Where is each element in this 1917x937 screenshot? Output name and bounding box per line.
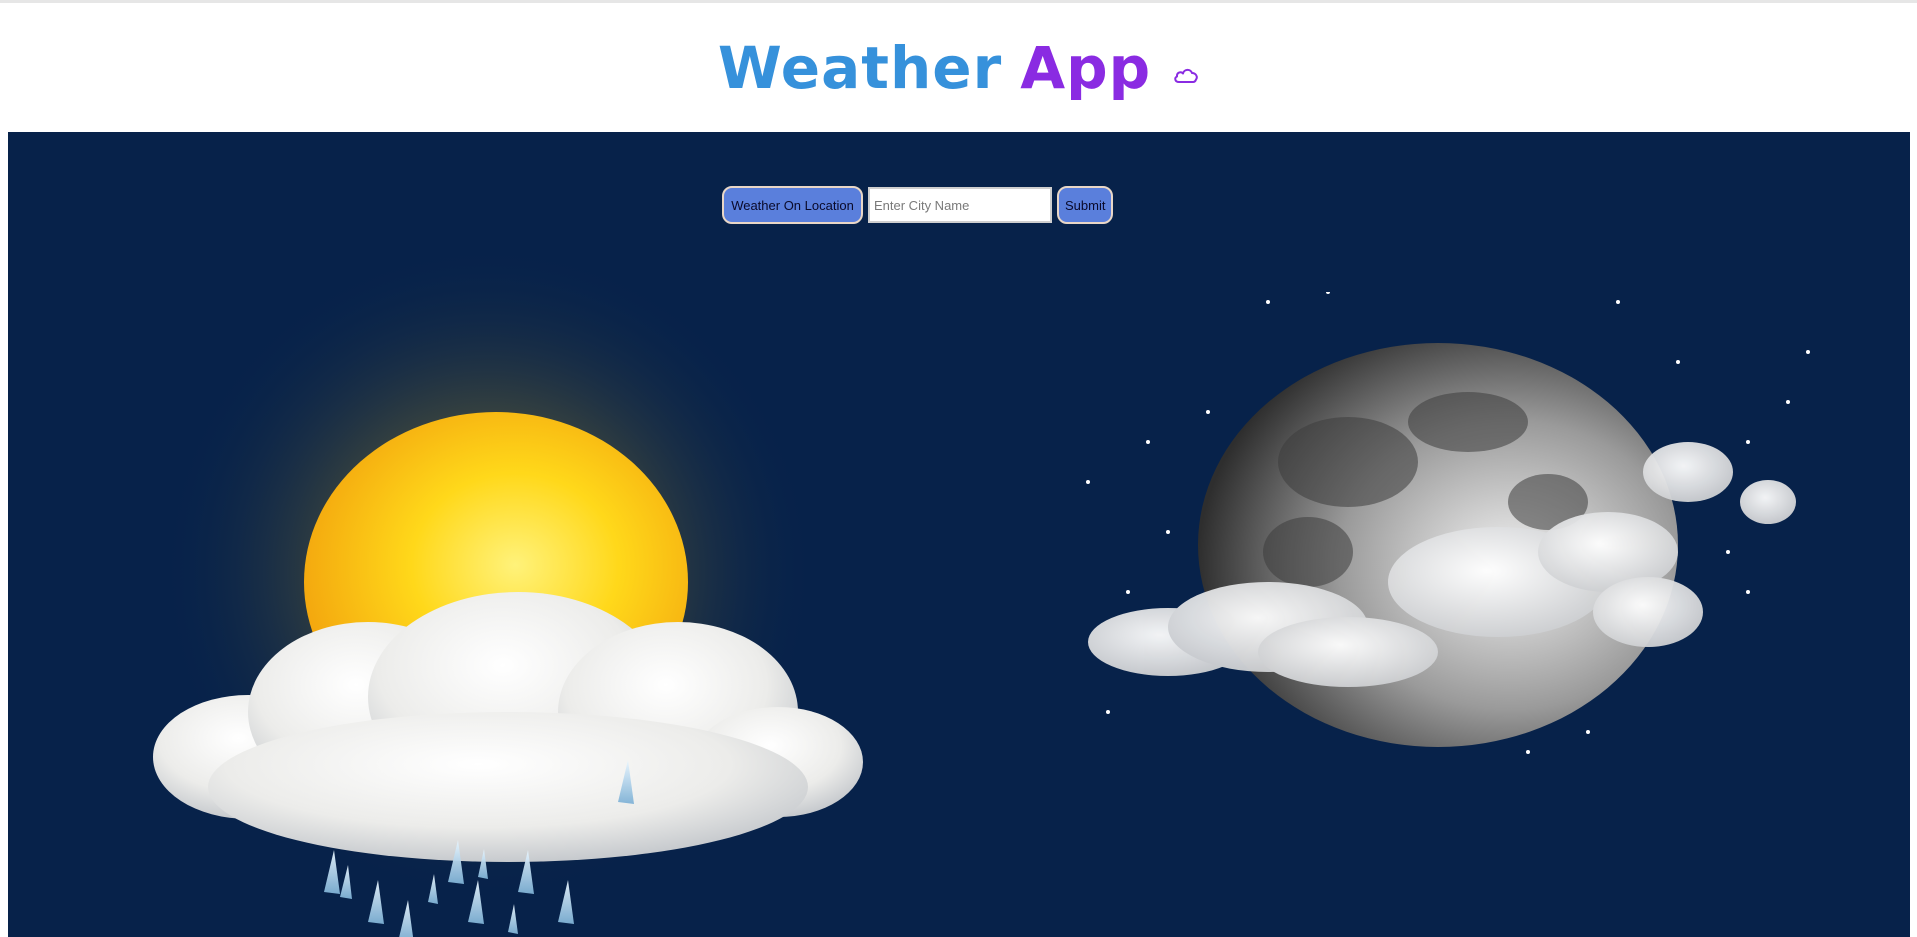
page-title: Weather App <box>718 34 1199 102</box>
cloud-icon <box>1174 68 1198 83</box>
moon-clouds-stars-icon <box>1086 292 1810 754</box>
search-controls: Weather On Location Submit <box>722 186 1113 224</box>
city-name-input[interactable] <box>868 187 1052 223</box>
sun-cloud-rain-icon <box>153 242 863 937</box>
weather-stage: Weather On Location Submit <box>8 132 1910 937</box>
weather-on-location-button[interactable]: Weather On Location <box>722 186 863 224</box>
title-word-weather: Weather <box>717 33 1003 102</box>
submit-button[interactable]: Submit <box>1057 186 1113 224</box>
title-word-app: App <box>1020 33 1152 102</box>
page-header: Weather App <box>0 3 1917 132</box>
